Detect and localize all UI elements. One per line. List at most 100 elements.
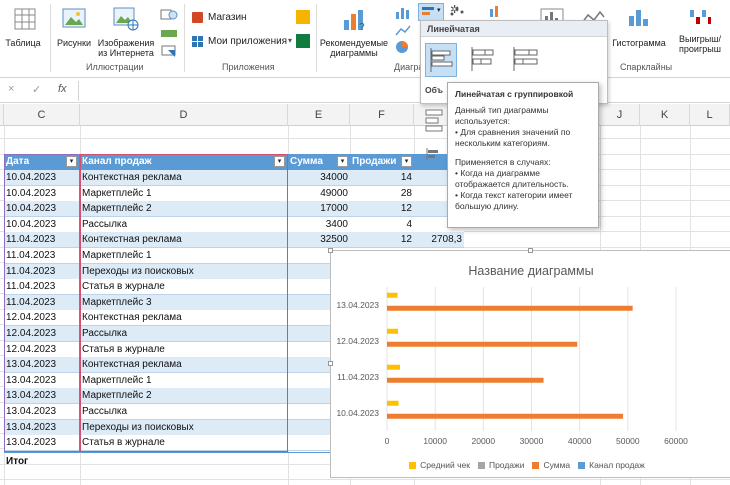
- online-picture-icon: [113, 7, 139, 31]
- legend-label: Средний чек: [420, 460, 470, 470]
- legend-swatch: [409, 462, 417, 470]
- win-loss-label: Выигрыш/ проигрыш: [679, 34, 721, 54]
- table-cell-sum[interactable]: 32500: [288, 232, 350, 247]
- chart-bar[interactable]: [387, 292, 398, 298]
- table-cell-sum[interactable]: 17000: [288, 201, 350, 216]
- shapes-icon: [160, 9, 178, 20]
- cancel-entry-button[interactable]: ×: [8, 83, 14, 95]
- selection-range: [80, 154, 288, 452]
- clustered-bar-option[interactable]: [425, 43, 457, 77]
- store-label: Магазин: [208, 12, 247, 23]
- my-apps-label: Мои приложения: [208, 36, 288, 47]
- formula-input[interactable]: [78, 81, 730, 101]
- table-label: Таблица: [5, 38, 41, 48]
- recommended-charts-button[interactable]: ? Рекомендуемые диаграммы: [318, 6, 390, 60]
- shapes-button[interactable]: [160, 8, 178, 22]
- column-header-e[interactable]: E: [288, 104, 350, 126]
- chevron-down-icon: ▾: [288, 36, 293, 45]
- online-pictures-button[interactable]: Изображения из Интернета: [96, 6, 156, 58]
- stacked-100-bar-option[interactable]: [509, 43, 541, 77]
- stacked-bar-icon: [471, 47, 494, 71]
- bing-maps-icon[interactable]: [296, 10, 310, 24]
- picture-icon: [62, 8, 86, 28]
- bar-chart: Название диаграммы 10.04.2023 11.04.2023 1…: [336, 264, 688, 446]
- resize-handle[interactable]: [328, 361, 333, 366]
- legend-swatch: [578, 462, 586, 470]
- excel-window: Таблица Рисунки Изображения из Интернета…: [0, 0, 730, 485]
- illustrations-group-label: Иллюстрации: [86, 62, 144, 72]
- line-chart-icon[interactable]: [394, 24, 414, 38]
- column-header-c[interactable]: C: [4, 104, 80, 126]
- chart-bar[interactable]: [387, 305, 633, 311]
- table-cell-sum[interactable]: 34000: [288, 170, 350, 185]
- svg-text:?: ?: [359, 22, 365, 32]
- x-tick-label: 0: [385, 436, 390, 446]
- chart-object[interactable]: Название диаграммы 10.04.2023 11.04.2023 1…: [328, 248, 730, 478]
- store-button[interactable]: Магазин: [190, 10, 290, 26]
- table-cell-sales[interactable]: 12: [350, 232, 414, 247]
- table-button[interactable]: Таблица: [0, 6, 46, 58]
- filter-button[interactable]: ▾: [401, 156, 412, 167]
- 3d-bar-icon[interactable]: [424, 106, 446, 140]
- bar-chart-dropdown[interactable]: ▾: [418, 3, 444, 21]
- win-loss-button[interactable]: Выигрыш/ проигрыш: [670, 4, 730, 60]
- table-cell-sales[interactable]: 12: [350, 201, 414, 216]
- stacked-bar-option[interactable]: [467, 43, 499, 77]
- table-cell-sum[interactable]: 3400: [288, 217, 350, 232]
- x-tick-label: 60000: [664, 436, 688, 446]
- category-label: 13.04.2023: [336, 300, 379, 310]
- recommended-chart-icon: ?: [344, 10, 365, 32]
- grid-line: [0, 479, 730, 480]
- column-header-f[interactable]: F: [350, 104, 414, 126]
- column-header-l[interactable]: L: [690, 104, 730, 126]
- histogram-icon: [629, 10, 648, 26]
- scatter-chart-icon[interactable]: ✲: [448, 4, 468, 20]
- legend-item[interactable]: Продажи: [477, 460, 525, 470]
- smartart-icon: [161, 30, 177, 37]
- legend-item[interactable]: Средний чек: [409, 460, 470, 470]
- column-header-k[interactable]: K: [640, 104, 690, 126]
- column-header-d[interactable]: D: [80, 104, 288, 126]
- column-chart-icon[interactable]: [394, 6, 414, 20]
- pictures-button[interactable]: Рисунки: [54, 6, 94, 58]
- chart-bar[interactable]: [387, 364, 401, 370]
- pivot-chart-icon[interactable]: [488, 4, 502, 18]
- histogram-button[interactable]: Гистограмма: [610, 4, 668, 60]
- legend-label: Продажи: [488, 460, 525, 470]
- pie-chart-icon[interactable]: [394, 40, 414, 54]
- insert-function-button[interactable]: fx: [58, 83, 67, 95]
- column-header-j[interactable]: J: [600, 104, 640, 126]
- more-bar-charts-icon[interactable]: [424, 146, 444, 162]
- chart-bar[interactable]: [387, 328, 399, 334]
- win-loss-icon: [690, 10, 711, 24]
- sparklines-group-label: Спарклайны: [620, 62, 673, 72]
- my-apps-button[interactable]: Мои приложения ▾: [190, 34, 300, 50]
- legend-item[interactable]: Канал продаж: [578, 460, 645, 470]
- table-cell-sales[interactable]: 14: [350, 170, 414, 185]
- chart-bar[interactable]: [387, 400, 399, 406]
- recommended-charts-label: Рекомендуемые диаграммы: [319, 38, 389, 58]
- confirm-entry-button[interactable]: ✓: [32, 83, 41, 96]
- chevron-down-icon: ▾: [437, 7, 441, 14]
- chart-bar[interactable]: [387, 377, 544, 383]
- chart-bar[interactable]: [387, 413, 624, 419]
- resize-handle[interactable]: [328, 248, 333, 253]
- chart-legend: Средний чек Продажи Сумма Канал продаж: [331, 455, 730, 473]
- table-cell-sales[interactable]: 28: [350, 186, 414, 201]
- legend-item[interactable]: Сумма: [532, 460, 570, 470]
- tooltip-text: • Когда на диаграмме отображается длител…: [455, 168, 569, 189]
- x-tick-label: 50000: [616, 436, 640, 446]
- table-cell-sum[interactable]: 49000: [288, 186, 350, 201]
- people-graph-icon[interactable]: [296, 34, 310, 48]
- online-pictures-label: Изображения из Интернета: [97, 38, 155, 58]
- filter-button[interactable]: ▾: [337, 156, 348, 167]
- screenshot-button[interactable]: [160, 44, 178, 58]
- apps-group-label: Приложения: [222, 62, 275, 72]
- smartart-button[interactable]: [160, 26, 178, 40]
- chart-bar[interactable]: [387, 341, 578, 347]
- x-tick-label: 30000: [520, 436, 544, 446]
- table-cell-extra[interactable]: 2708,3: [414, 232, 464, 247]
- resize-handle[interactable]: [528, 248, 533, 253]
- table-cell-sales[interactable]: 4: [350, 217, 414, 232]
- table-icon: [14, 8, 36, 30]
